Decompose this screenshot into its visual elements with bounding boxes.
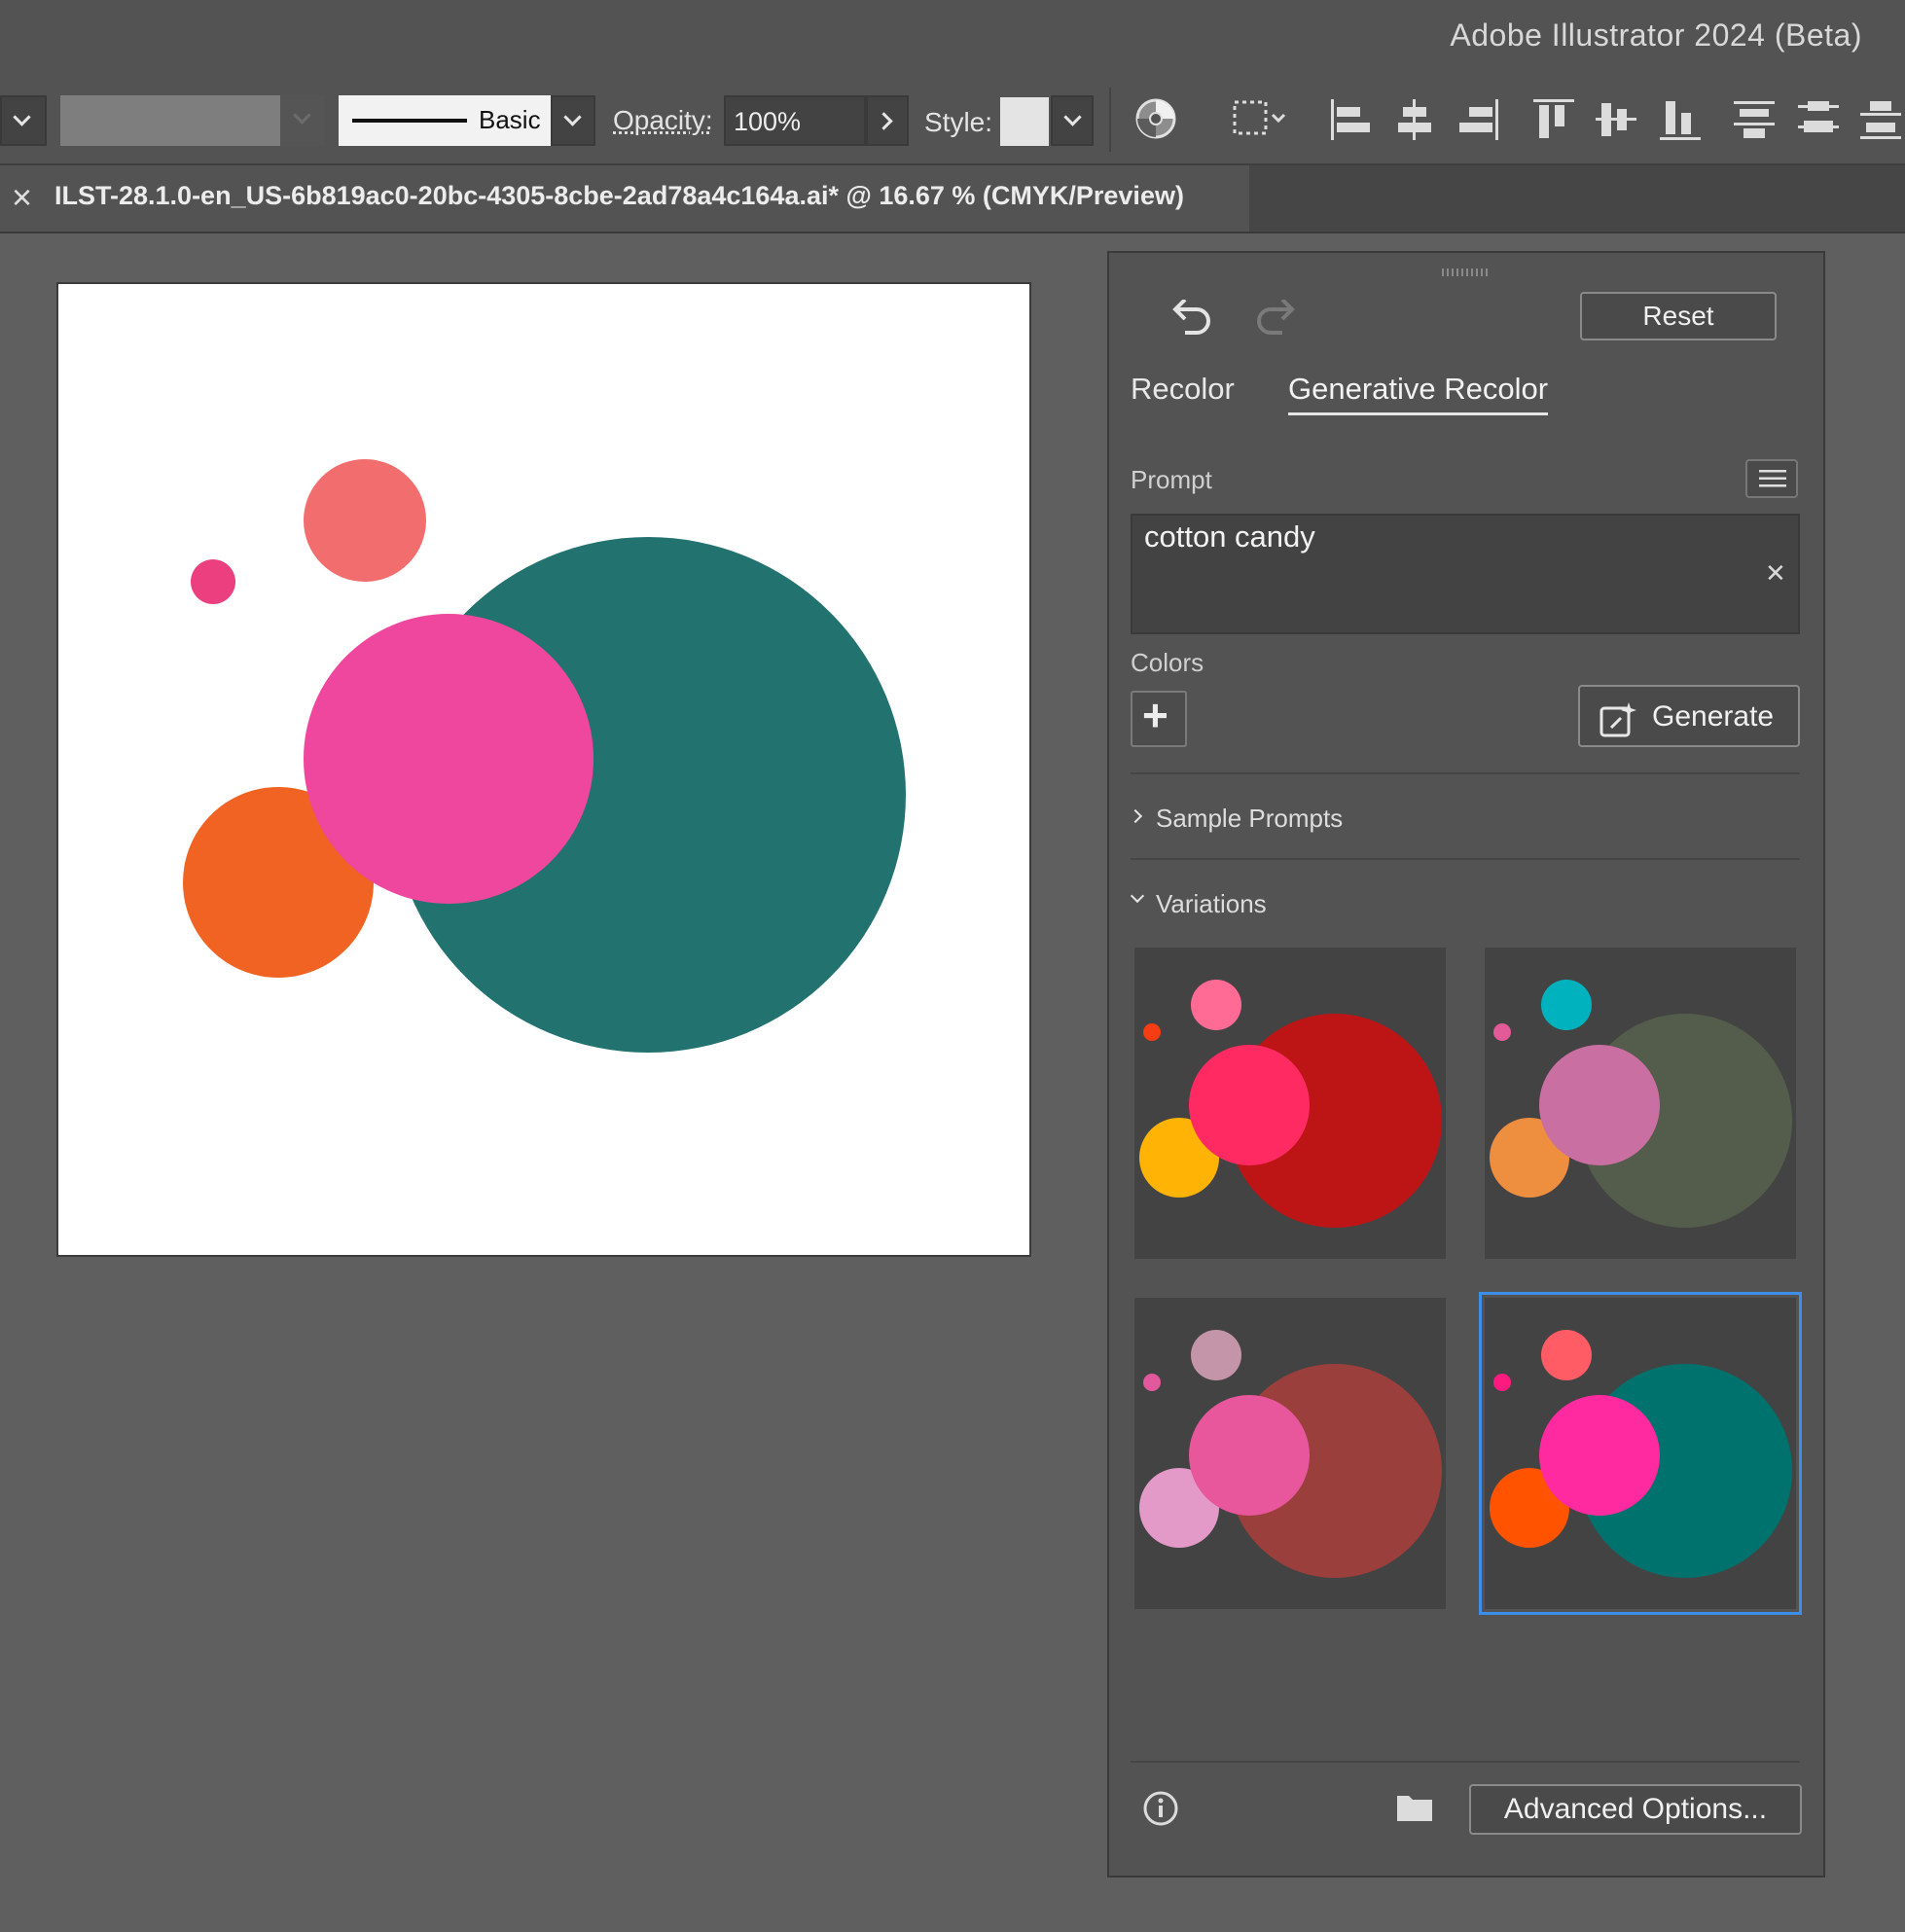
divider <box>1131 858 1800 860</box>
stroke-line-preview <box>352 119 467 123</box>
redo-icon[interactable] <box>1253 300 1300 339</box>
variation-thumbnail-1[interactable] <box>1134 948 1446 1259</box>
chevron-down-icon <box>293 106 311 125</box>
chevron-down-icon <box>1130 888 1145 904</box>
style-dropdown[interactable] <box>1051 95 1094 146</box>
transform-icon[interactable] <box>1232 99 1290 138</box>
align-vertical-center-icon[interactable] <box>1594 97 1636 142</box>
variation-dot <box>1493 1374 1511 1391</box>
stroke-profile-label: Basic <box>479 105 541 134</box>
app-title: Adobe Illustrator 2024 (Beta) <box>1450 18 1862 53</box>
variation-dot <box>1143 1023 1161 1041</box>
prompt-label: Prompt <box>1131 465 1212 494</box>
divider <box>1109 88 1111 152</box>
variation-artwork <box>1139 980 1442 1228</box>
recolor-artwork-icon[interactable] <box>1134 97 1177 140</box>
advanced-options-button[interactable]: Advanced Options... <box>1469 1784 1802 1835</box>
opacity-arrow-button[interactable] <box>866 95 909 146</box>
artboard[interactable] <box>56 282 1031 1257</box>
tab-recolor[interactable]: Recolor <box>1131 372 1235 407</box>
variation-top-circle <box>1541 980 1592 1030</box>
stroke-profile-dropdown[interactable]: Basic <box>339 95 551 146</box>
variation-thumbnail-2[interactable] <box>1485 948 1796 1259</box>
variation-top-circle <box>1541 1330 1592 1380</box>
chevron-right-icon <box>875 112 893 130</box>
variation-artwork <box>1139 1330 1442 1578</box>
variation-mid-circle <box>1539 1395 1660 1516</box>
prompt-menu-button[interactable] <box>1745 459 1798 498</box>
align-bottom-icon[interactable] <box>1658 97 1701 142</box>
panel-drag-handle[interactable] <box>1442 268 1491 276</box>
variations-label: Variations <box>1156 889 1267 918</box>
chevron-down-icon <box>563 108 582 126</box>
variation-top-circle <box>1191 1330 1241 1380</box>
align-right-icon[interactable] <box>1457 97 1500 142</box>
opacity-value: 100% <box>734 107 802 136</box>
folder-icon[interactable] <box>1395 1790 1434 1823</box>
tab-generative-recolor[interactable]: Generative Recolor <box>1288 372 1549 415</box>
stroke-weight-field[interactable] <box>60 95 280 146</box>
stroke-weight-dropdown[interactable] <box>280 95 325 146</box>
variation-artwork <box>1490 1330 1792 1578</box>
chevron-down-icon <box>13 108 31 126</box>
undo-icon[interactable] <box>1168 300 1214 339</box>
variation-mid-circle <box>1539 1045 1660 1165</box>
style-swatch[interactable] <box>1000 97 1049 146</box>
chevron-down-icon <box>1063 108 1082 126</box>
align-top-icon[interactable] <box>1531 97 1574 142</box>
distribute-center-icon[interactable] <box>1796 97 1841 142</box>
variation-artwork <box>1490 980 1792 1228</box>
chevron-right-icon <box>1128 808 1143 824</box>
variation-mid-circle <box>1189 1395 1310 1516</box>
document-title: ILST-28.1.0-en_US-6b819ac0-20bc-4305-8cb… <box>54 181 1184 210</box>
close-tab-icon[interactable]: × <box>12 177 32 218</box>
opacity-input[interactable]: 100% <box>724 95 866 146</box>
document-tab-bar: × ILST-28.1.0-en_US-6b819ac0-20bc-4305-8… <box>0 165 1905 233</box>
stroke-profile-chevron[interactable] <box>551 95 595 146</box>
fill-dropdown[interactable] <box>0 95 47 146</box>
prompt-text: cotton candy <box>1144 519 1315 554</box>
pink-circle[interactable] <box>304 614 593 904</box>
document-tab[interactable]: × ILST-28.1.0-en_US-6b819ac0-20bc-4305-8… <box>0 165 1249 232</box>
add-color-button[interactable]: + <box>1131 690 1187 747</box>
variation-thumbnail-3[interactable] <box>1134 1298 1446 1609</box>
plus-icon: + <box>1142 690 1168 740</box>
control-bar: Basic Opacity: 100% Style: <box>0 68 1905 165</box>
divider <box>1131 1761 1800 1763</box>
magenta-dot[interactable] <box>191 559 235 604</box>
artwork <box>183 459 906 1053</box>
variation-dot <box>1493 1023 1511 1041</box>
align-left-icon[interactable] <box>1329 97 1372 142</box>
clear-prompt-icon[interactable]: ✕ <box>1765 558 1786 589</box>
sample-prompts-toggle[interactable]: Sample Prompts <box>1128 798 1800 841</box>
variation-dot <box>1143 1374 1161 1391</box>
generate-button[interactable]: Generate <box>1578 685 1800 747</box>
variation-thumbnail-4[interactable] <box>1479 1292 1802 1615</box>
variation-mid-circle <box>1189 1045 1310 1165</box>
title-bar: Adobe Illustrator 2024 (Beta) <box>0 0 1905 68</box>
menu-icon <box>1759 470 1786 487</box>
sample-prompts-label: Sample Prompts <box>1156 804 1344 833</box>
reset-button[interactable]: Reset <box>1580 292 1777 340</box>
prompt-input[interactable]: cotton candy ✕ <box>1131 514 1800 634</box>
align-horizontal-center-icon[interactable] <box>1393 97 1436 142</box>
recolor-panel: Reset Recolor Generative Recolor Prompt … <box>1107 251 1825 1878</box>
info-icon[interactable] <box>1142 1790 1179 1827</box>
variation-top-circle <box>1191 980 1241 1030</box>
generate-sparkle-icon <box>1599 702 1636 737</box>
divider <box>1131 772 1800 774</box>
opacity-label[interactable]: Opacity: <box>613 105 713 136</box>
coral-circle[interactable] <box>304 459 426 582</box>
variations-toggle[interactable]: Variations <box>1130 883 1800 926</box>
generate-label: Generate <box>1652 700 1775 733</box>
distribute-top-icon[interactable] <box>1732 97 1777 142</box>
distribute-bottom-icon[interactable] <box>1858 97 1903 142</box>
style-label: Style: <box>924 107 993 137</box>
colors-label: Colors <box>1131 648 1204 677</box>
